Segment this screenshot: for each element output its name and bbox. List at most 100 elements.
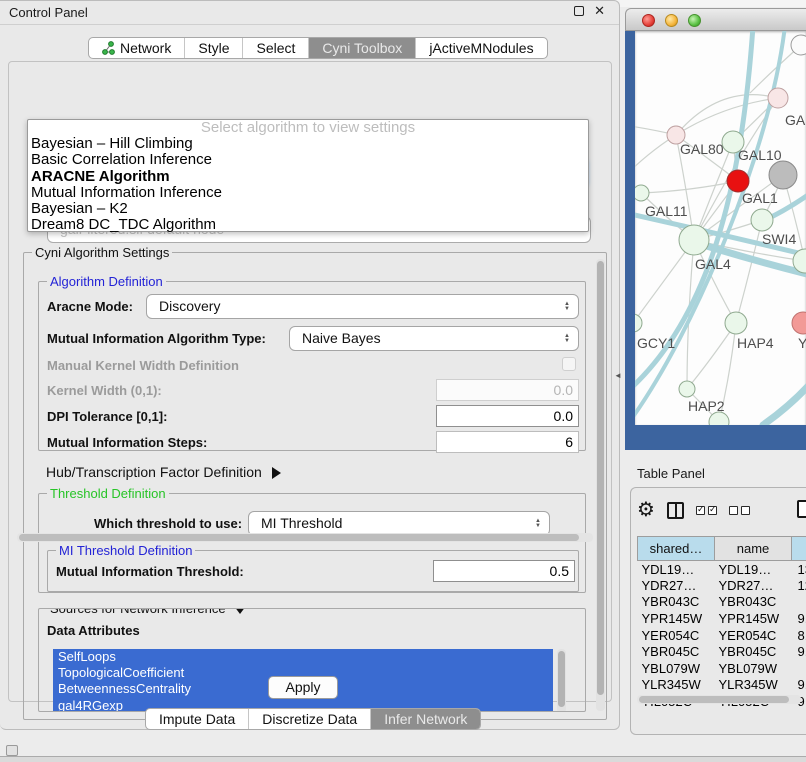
- cyni-mode-tabbar: Impute Data Discretize Data Infer Networ…: [145, 708, 481, 730]
- network-node-pink[interactable]: [768, 88, 788, 108]
- manual-kernel-width-label: Manual Kernel Width Definition: [47, 358, 239, 373]
- tab-style[interactable]: Style: [185, 38, 243, 58]
- expanded-arrow-icon: [234, 608, 246, 614]
- kernel-width-label: Kernel Width (0,1):: [47, 383, 162, 398]
- table-row[interactable]: YBR045CYBR045C9.: [638, 643, 806, 660]
- table-row[interactable]: YDL19…YDL19…13: [638, 561, 806, 578]
- settings-scrollbar[interactable]: [596, 259, 605, 711]
- float-window-icon[interactable]: [574, 6, 584, 16]
- data-attributes-label: Data Attributes: [47, 623, 140, 638]
- table-hscrollbar[interactable]: [637, 695, 801, 704]
- cyni-algorithm-settings-group: Cyni Algorithm Settings Algorithm Defini…: [23, 252, 607, 720]
- columns-icon[interactable]: [667, 502, 684, 519]
- splitter-handle[interactable]: ◄: [614, 371, 622, 380]
- dpi-tolerance-input[interactable]: 0.0: [436, 405, 579, 427]
- network-node-label: GCY1: [637, 335, 675, 351]
- tab-jactivemnodules[interactable]: jActiveMNodules: [416, 38, 546, 58]
- tab-cyni-toolbox[interactable]: Cyni Toolbox: [309, 38, 416, 58]
- network-node-green[interactable]: [635, 314, 642, 332]
- data-attribute-item[interactable]: SelfLoops: [53, 649, 553, 665]
- deselect-all-icon[interactable]: [729, 506, 750, 515]
- mutual-information-threshold-input[interactable]: 0.5: [433, 560, 575, 582]
- algorithm-dropdown-list: Select algorithm to view settings Bayesi…: [27, 119, 589, 232]
- network-node-label: GAL: [785, 112, 806, 128]
- algorithm-option[interactable]: Bayesian – Hill Climbing: [28, 136, 588, 152]
- zoom-traffic-light-icon[interactable]: [688, 14, 701, 27]
- algorithm-option[interactable]: Dream8 DC_TDC Algorithm: [28, 217, 588, 233]
- network-node-green[interactable]: [679, 381, 695, 397]
- document-icon[interactable]: [797, 500, 806, 518]
- algorithm-option[interactable]: Basic Correlation Inference: [28, 152, 588, 168]
- minimize-traffic-light-icon[interactable]: [665, 14, 678, 27]
- network-node-label: GAL1: [742, 190, 778, 206]
- network-node-green[interactable]: [751, 209, 773, 231]
- algorithm-option[interactable]: Bayesian – K2: [28, 201, 588, 217]
- control-panel-tabbar: Network Style Select Cyni Toolbox jActiv…: [88, 37, 548, 59]
- manual-kernel-width-checkbox[interactable]: [562, 357, 576, 371]
- network-node-red[interactable]: [727, 170, 749, 192]
- network-window: GALGAL80GAL10GAL1GAL11SWI4GAL4GCY1HAP4YH…: [625, 8, 806, 450]
- network-window-titlebar[interactable]: [625, 8, 806, 31]
- collapsed-panel-icon[interactable]: [6, 745, 18, 756]
- network-edge[interactable]: [687, 323, 736, 389]
- network-node-label: HAP2: [688, 398, 725, 414]
- network-node-green[interactable]: [725, 312, 747, 334]
- network-node-green[interactable]: [679, 225, 709, 255]
- dpi-tolerance-label: DPI Tolerance [0,1]:: [47, 409, 167, 424]
- close-icon[interactable]: ✕: [594, 4, 605, 18]
- algorithm-option[interactable]: ARACNE Algorithm: [28, 169, 588, 185]
- sources-title[interactable]: Sources for Network Inference: [47, 608, 249, 616]
- network-canvas[interactable]: GALGAL80GAL10GAL1GAL11SWI4GAL4GCY1HAP4YH…: [635, 31, 806, 425]
- tab-infer-network[interactable]: Infer Network: [371, 709, 480, 729]
- network-node-white[interactable]: [791, 35, 806, 55]
- gear-icon[interactable]: ⚙: [637, 500, 655, 520]
- network-edge[interactable]: [641, 181, 738, 193]
- network-edge-thick[interactable]: [763, 383, 806, 425]
- hub-section-toggle[interactable]: Hub/Transcription Factor Definition: [46, 464, 281, 480]
- network-node-label: Y: [798, 335, 806, 351]
- mi-algorithm-type-label: Mutual Information Algorithm Type:: [47, 331, 266, 346]
- network-node-gray[interactable]: [769, 161, 797, 189]
- algorithm-dropdown-placeholder: Select algorithm to view settings: [28, 121, 588, 136]
- close-traffic-light-icon[interactable]: [642, 14, 655, 27]
- mi-algorithm-type-combo[interactable]: Naive Bayes ▲▼: [289, 326, 579, 351]
- cyni-toolbox-panel: galFiltered.sif default node Select algo…: [8, 61, 612, 702]
- table-panel: ⚙ shared…name YDL19…YDL19…13YDR27…YDR27……: [630, 487, 806, 735]
- network-edge[interactable]: [736, 220, 762, 323]
- threshold-definition-group: Threshold Definition Which threshold to …: [38, 493, 586, 593]
- node-table[interactable]: shared…name YDL19…YDL19…13YDR27…YDR27…12…: [637, 536, 806, 710]
- algorithm-definition-title: Algorithm Definition: [47, 274, 166, 289]
- network-icon: [102, 41, 115, 55]
- control-panel-window: Control Panel ✕ Network Style Select Cyn…: [0, 0, 620, 730]
- aracne-mode-label: Aracne Mode:: [47, 299, 133, 314]
- control-panel-titlebar: Control Panel ✕: [0, 1, 619, 25]
- table-panel-title: Table Panel: [637, 466, 705, 481]
- table-row[interactable]: YLR345WYLR345W9.: [638, 677, 806, 694]
- tab-network[interactable]: Network: [89, 38, 185, 58]
- table-column-header[interactable]: shared…: [638, 537, 715, 561]
- mi-steps-input[interactable]: 6: [436, 431, 579, 453]
- tab-select[interactable]: Select: [243, 38, 309, 58]
- aracne-mode-combo[interactable]: Discovery ▲▼: [146, 294, 579, 319]
- table-row[interactable]: YBL079WYBL079W: [638, 660, 806, 677]
- table-row[interactable]: YDR27…YDR27…12: [638, 577, 806, 594]
- network-node-salmon[interactable]: [792, 312, 806, 334]
- network-node-green[interactable]: [635, 185, 649, 201]
- algorithm-option[interactable]: Mutual Information Inference: [28, 185, 588, 201]
- table-row[interactable]: YER054CYER054C8.: [638, 627, 806, 644]
- mutual-information-threshold-label: Mutual Information Threshold:: [56, 564, 244, 579]
- mi-threshold-definition-group: MI Threshold Definition Mutual Informati…: [47, 550, 579, 592]
- table-column-header[interactable]: [792, 537, 806, 561]
- tab-impute-data[interactable]: Impute Data: [146, 709, 249, 729]
- collapsed-arrow-icon: [272, 467, 281, 479]
- apply-button[interactable]: Apply: [268, 676, 338, 699]
- kernel-width-input[interactable]: 0.0: [436, 379, 579, 401]
- network-window-frame: GALGAL80GAL10GAL1GAL11SWI4GAL4GCY1HAP4YH…: [625, 31, 806, 450]
- attributes-scrollbar[interactable]: [557, 649, 566, 712]
- settings-hscrollbar[interactable]: [17, 533, 593, 542]
- table-row[interactable]: YPR145WYPR145W9.: [638, 610, 806, 627]
- select-all-icon[interactable]: [696, 506, 717, 515]
- table-row[interactable]: YBR043CYBR043C: [638, 594, 806, 611]
- tab-discretize-data[interactable]: Discretize Data: [249, 709, 371, 729]
- table-column-header[interactable]: name: [715, 537, 792, 561]
